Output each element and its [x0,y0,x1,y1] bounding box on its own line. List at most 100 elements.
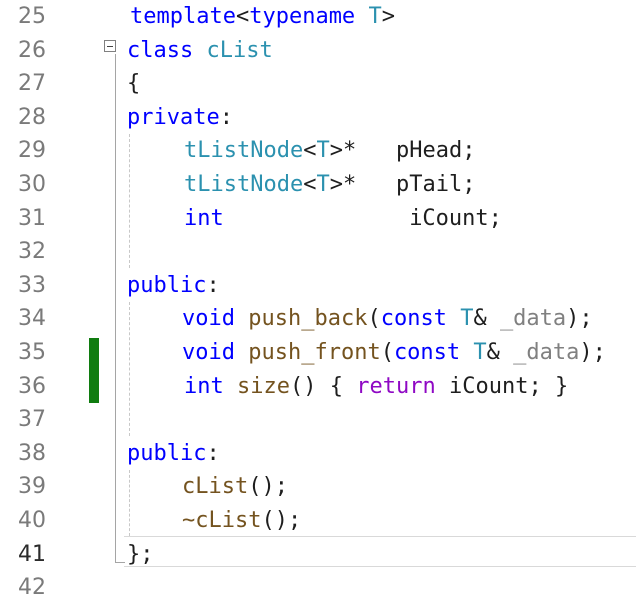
code-line-41: }; [127,538,154,572]
function-name: size [237,373,290,399]
code-line-25: template<typename T> [130,0,395,34]
line-number: 29 [18,138,46,164]
line-number: 28 [18,104,46,130]
current-line-highlight [124,536,636,567]
type-name: tListNode [184,172,304,197]
punctuation: ); [579,340,606,365]
function-name: cList [182,474,249,500]
member-name: iCount [448,373,529,399]
punctuation: & [486,340,500,365]
punctuation: ; [462,172,476,197]
keyword: int [184,205,224,231]
code-editor[interactable]: 25 26 27 28 29 30 31 32 33 34 35 36 37 3… [0,0,636,603]
function-name: push_back [248,306,368,332]
indent-guide [129,302,130,436]
function-name: ~cList [182,508,262,533]
class-name: cList [206,37,273,63]
parameter-name: _data [513,340,580,365]
punctuation: { [329,373,343,399]
line-number: 34 [18,306,46,332]
keyword: const [380,306,447,332]
line-number: 30 [18,172,46,197]
punctuation: (); [248,474,288,500]
punctuation: }; [127,541,154,567]
keyword: typename [249,4,356,29]
line-number: 31 [18,205,46,231]
member-name: pHead [395,138,463,164]
punctuation: >* [329,138,357,164]
punctuation: ); [566,306,593,332]
outline-bracket [115,54,116,562]
punctuation: (); [261,508,302,533]
line-number: 27 [18,71,46,97]
function-name: push_front [248,340,381,365]
punctuation: < [235,4,250,29]
parameter-name: _data [499,306,567,332]
punctuation: () [289,373,317,399]
collapse-toggle-icon[interactable] [104,40,116,52]
code-line-27: { [127,67,140,101]
code-line-28: private: [127,101,233,135]
keyword: int [184,373,224,399]
punctuation: ( [367,306,381,332]
keyword: const [393,340,461,365]
code-line-38: public: [127,437,220,471]
keyword: template [130,4,236,29]
type-name: T [368,4,382,29]
type-name: T [473,340,487,365]
member-name: pTail [395,172,463,197]
code-line-31: int iCount; [184,202,502,236]
punctuation: { [127,71,141,97]
keyword: void [182,340,235,365]
code-line-30: tListNode<T>* pTail; [184,168,475,202]
punctuation: < [303,172,317,197]
line-number-gutter: 25 26 27 28 29 30 31 32 33 34 35 36 37 3… [0,0,70,603]
punctuation: & [473,306,487,332]
code-line-40: ~cList(); [182,504,301,538]
keyword: private [127,104,220,130]
line-number-current: 41 [18,541,46,567]
line-number: 35 [18,340,46,365]
punctuation: } [554,373,569,399]
line-number: 26 [18,37,46,63]
punctuation: ; [488,205,502,231]
line-number: 25 [18,4,46,29]
member-name: iCount [409,205,489,231]
line-number: 32 [18,239,46,265]
line-number: 39 [18,474,46,500]
line-number: 38 [18,440,46,466]
line-number: 42 [18,575,46,601]
code-line-39: cList(); [182,470,288,504]
line-number: 33 [18,272,46,298]
code-line-35: void push_front(const T& _data); [182,336,606,370]
keyword: public [127,440,207,466]
code-line-29: tListNode<T>* pHead; [184,134,475,168]
keyword: class [127,37,194,63]
code-line-36: int size() { return iCount; } [184,370,568,404]
punctuation: : [206,440,220,466]
line-number: 36 [18,373,46,399]
type-name: T [316,172,330,197]
type-name: tListNode [184,138,304,164]
punctuation: ( [380,340,394,365]
punctuation: > [381,4,395,29]
type-name: T [460,306,474,332]
line-number: 37 [18,407,46,433]
control-keyword: return [356,373,436,399]
punctuation: ; [528,373,542,399]
keyword: void [182,306,235,332]
punctuation: < [303,138,317,164]
indent-guide [129,134,130,268]
code-line-26: class cList [127,34,273,68]
punctuation: ; [462,138,476,164]
type-name: T [316,138,330,164]
indent-guide [129,470,130,536]
punctuation: >* [329,172,357,197]
code-line-33: public: [127,269,220,303]
change-indicator-bar [89,338,99,403]
